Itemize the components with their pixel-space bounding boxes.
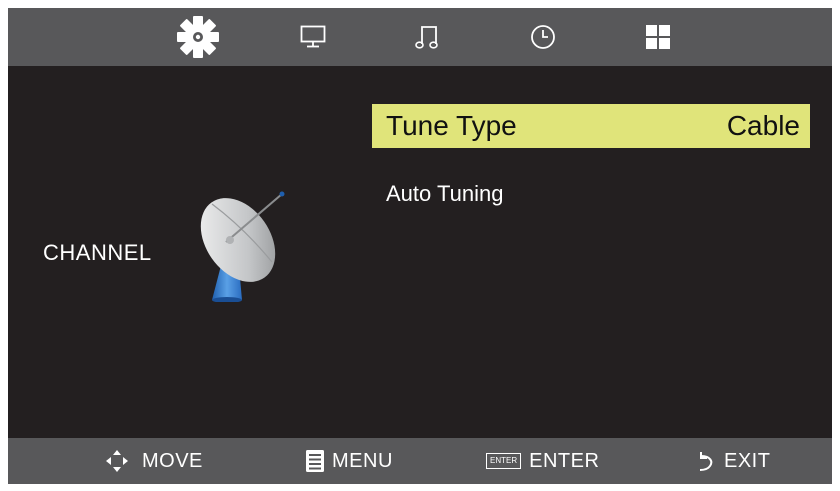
music-note-icon <box>415 26 438 49</box>
category-label: CHANNEL <box>43 240 152 265</box>
tab-picture[interactable] <box>283 8 343 66</box>
gear-icon <box>177 16 219 58</box>
top-menu-bar <box>8 8 832 66</box>
hint-exit: EXIT <box>698 438 770 484</box>
osd-screen: CHANNEL Tune Type Cable Auto Tuning MOVE… <box>8 8 832 484</box>
tab-time[interactable] <box>513 8 573 66</box>
clock-icon <box>531 25 555 49</box>
menu-item-value: Cable <box>726 110 800 141</box>
hint-enter-label: ENTER <box>529 449 600 472</box>
hint-move-label: MOVE <box>142 449 203 472</box>
monitor-icon <box>300 25 326 48</box>
menu-item-label: Tune Type <box>386 110 517 141</box>
menu-item-auto-tuning[interactable]: Auto Tuning <box>372 172 810 216</box>
hint-menu: MENU <box>306 438 393 484</box>
enter-key-icon: ENTER <box>486 453 522 469</box>
hint-exit-label: EXIT <box>724 449 771 472</box>
category-panel: CHANNEL <box>8 66 358 438</box>
menu-icon <box>306 450 324 472</box>
tab-option[interactable] <box>628 8 688 66</box>
tab-setup[interactable] <box>168 8 228 66</box>
hint-enter: ENTER ENTER <box>486 438 599 484</box>
return-arrow-icon <box>699 452 713 471</box>
menu-item-tune-type[interactable]: Tune Type Cable <box>372 104 810 148</box>
move-arrows-icon <box>106 450 128 472</box>
tab-sound[interactable] <box>398 8 458 66</box>
grid-icon <box>646 25 670 49</box>
satellite-dish-icon <box>200 191 285 302</box>
footer-bar: MOVE MENU ENTER ENTER EXIT <box>8 438 832 484</box>
hint-move: MOVE <box>104 438 203 484</box>
hint-menu-label: MENU <box>332 449 393 472</box>
menu-item-label: Auto Tuning <box>386 181 504 206</box>
